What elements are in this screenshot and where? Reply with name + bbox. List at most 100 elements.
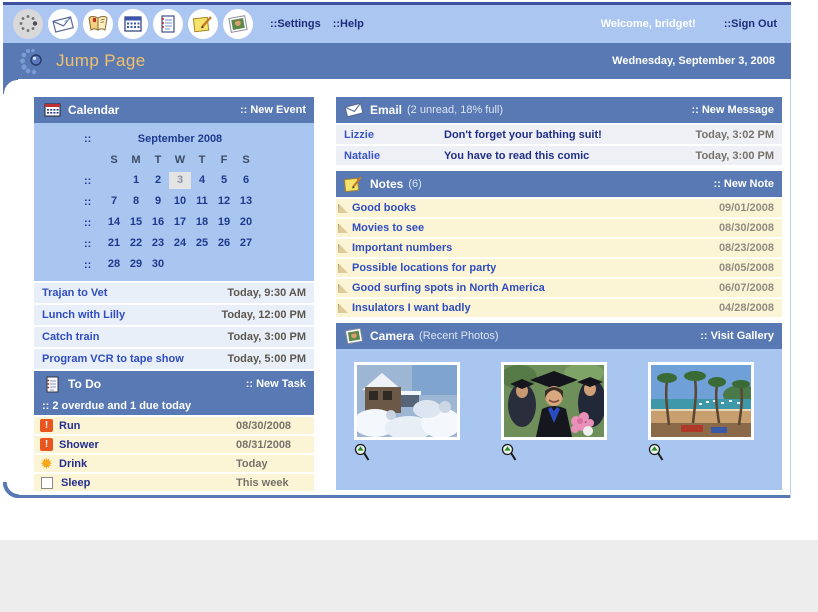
content-bottom-left-corner — [3, 482, 19, 498]
calendar-day[interactable]: 19 — [213, 214, 235, 231]
email-sender-link[interactable]: Natalie — [344, 150, 444, 162]
calendar-day[interactable]: 23 — [147, 235, 169, 252]
new-message-link[interactable]: :: New Message — [691, 104, 774, 116]
toolbar-camera-button[interactable] — [223, 9, 253, 39]
calendar-day[interactable]: 12 — [213, 193, 235, 210]
calendar-day[interactable]: 2 — [147, 172, 169, 189]
day-of-week-label: M — [131, 153, 141, 166]
help-link[interactable]: ::Help — [333, 18, 364, 30]
event-name-link[interactable]: Catch train — [42, 331, 99, 343]
toolbar-notes-button[interactable] — [188, 9, 218, 39]
calendar-day[interactable]: 17 — [169, 214, 191, 231]
calendar-day[interactable]: 7 — [103, 193, 125, 210]
calendar-day[interactable]: 13 — [235, 193, 257, 210]
note-title-link[interactable]: Good surfing spots in North America — [352, 282, 545, 294]
toolbar-todo-button[interactable] — [153, 9, 183, 39]
zoom-photo-button[interactable] — [648, 443, 665, 462]
task-name-link[interactable]: Sleep — [61, 477, 236, 489]
checkbox-icon[interactable] — [41, 476, 53, 489]
note-title-link[interactable]: Possible locations for party — [352, 262, 496, 274]
event-row: Trajan to Vet Today, 9:30 AM — [34, 283, 314, 303]
calendar-day[interactable]: 6 — [235, 172, 257, 189]
week-view-link[interactable]: :: — [84, 175, 103, 187]
event-name-link[interactable]: Program VCR to tape show — [42, 353, 184, 365]
task-name-link[interactable]: Shower — [59, 439, 236, 451]
calendar-day[interactable]: 15 — [125, 214, 147, 231]
page-header: Jump Page Wednesday, September 3, 2008 — [3, 43, 791, 79]
month-view-link[interactable]: :: — [84, 133, 103, 145]
camera-title: Camera — [370, 329, 415, 343]
calendar-day[interactable]: 18 — [191, 214, 213, 231]
calendar-day[interactable]: 16 — [147, 214, 169, 231]
zoom-photo-button[interactable] — [501, 443, 518, 462]
toolbar-contacts-button[interactable] — [83, 9, 113, 39]
note-title-link[interactable]: Insulators I want badly — [352, 302, 471, 314]
calendar-day[interactable]: 27 — [235, 235, 257, 252]
calendar-day — [235, 256, 257, 273]
sign-out-link[interactable]: ::Sign Out — [724, 18, 777, 30]
task-name-link[interactable]: Drink — [59, 458, 236, 470]
magnifier-icon — [501, 443, 517, 461]
event-name-link[interactable]: Lunch with Lilly — [42, 309, 125, 321]
calendar-day[interactable]: 29 — [125, 256, 147, 273]
camera-widget: Camera (Recent Photos) :: Visit Gallery — [336, 323, 782, 490]
zoom-photo-button[interactable] — [354, 443, 371, 462]
email-icon — [344, 101, 364, 119]
note-title-link[interactable]: Movies to see — [352, 222, 424, 234]
calendar-day[interactable]: 14 — [103, 214, 125, 231]
week-view-link[interactable]: :: — [84, 196, 103, 208]
week-view-link[interactable]: :: — [84, 259, 103, 271]
graduation-photo[interactable] — [501, 362, 607, 440]
visit-gallery-link[interactable]: :: Visit Gallery — [700, 330, 774, 342]
magnifier-icon — [354, 443, 370, 461]
calendar-day[interactable]: 24 — [169, 235, 191, 252]
toolbar-email-button[interactable] — [48, 9, 78, 39]
calendar-day[interactable]: 4 — [191, 172, 213, 189]
toolbar-calendar-button[interactable] — [118, 9, 148, 39]
new-note-link[interactable]: :: New Note — [714, 178, 775, 190]
note-title-link[interactable]: Important numbers — [352, 242, 452, 254]
calendar-day[interactable]: 9 — [147, 193, 169, 210]
task-name-link[interactable]: Run — [59, 420, 236, 432]
calendar-day[interactable]: 28 — [103, 256, 125, 273]
email-row[interactable]: Natalie You have to read this comic Today,… — [336, 146, 782, 165]
calendar-day[interactable]: 10 — [169, 193, 191, 210]
new-task-link[interactable]: :: New Task — [246, 378, 306, 390]
calendar-dow-row: SMTWTFS — [34, 150, 314, 170]
contacts-icon — [88, 16, 108, 31]
note-date: 08/30/2008 — [718, 222, 774, 234]
new-event-link[interactable]: :: New Event — [240, 104, 306, 116]
email-subject-link[interactable]: Don't forget your bathing suit! — [444, 129, 602, 141]
day-of-week-label: S — [110, 153, 118, 166]
note-title-link[interactable]: Good books — [352, 202, 416, 214]
week-view-link[interactable]: :: — [84, 217, 103, 229]
calendar-day[interactable]: 30 — [147, 256, 169, 273]
calendar-day[interactable]: 26 — [213, 235, 235, 252]
snowy-house-photo[interactable] — [354, 362, 460, 440]
week-view-link[interactable]: :: — [84, 238, 103, 250]
email-row[interactable]: Lizzie Don't forget your bathing suit! Tod… — [336, 125, 782, 144]
calendar-day[interactable]: 1 — [125, 172, 147, 189]
task-due-date: 08/30/2008 — [236, 419, 292, 432]
calendar-day[interactable]: 25 — [191, 235, 213, 252]
note-corner-icon — [338, 223, 348, 233]
event-name-link[interactable]: Trajan to Vet — [42, 287, 107, 299]
calendar-day[interactable]: 22 — [125, 235, 147, 252]
calendar-day — [103, 172, 125, 189]
todo-icon — [42, 375, 62, 393]
calendar-day[interactable]: 11 — [191, 193, 213, 210]
calendar-day[interactable]: 21 — [103, 235, 125, 252]
calendar-day-selected[interactable]: 3 — [169, 172, 191, 189]
settings-link[interactable]: ::Settings — [270, 18, 321, 30]
beach-harbor-photo[interactable] — [648, 362, 754, 440]
event-time: Today, 12:00 PM — [221, 309, 306, 321]
calendar-day[interactable]: 8 — [125, 193, 147, 210]
toolbar-jump-page-button[interactable] — [13, 9, 43, 39]
calendar-day[interactable]: 20 — [235, 214, 257, 231]
email-subject-link[interactable]: You have to read this comic — [444, 150, 589, 162]
note-row: Good books 09/01/2008 — [336, 199, 782, 217]
email-sender-link[interactable]: Lizzie — [344, 129, 444, 141]
camera-widget-header: Camera (Recent Photos) :: Visit Gallery — [336, 323, 782, 349]
day-of-week-label: T — [198, 153, 206, 166]
calendar-day[interactable]: 5 — [213, 172, 235, 189]
